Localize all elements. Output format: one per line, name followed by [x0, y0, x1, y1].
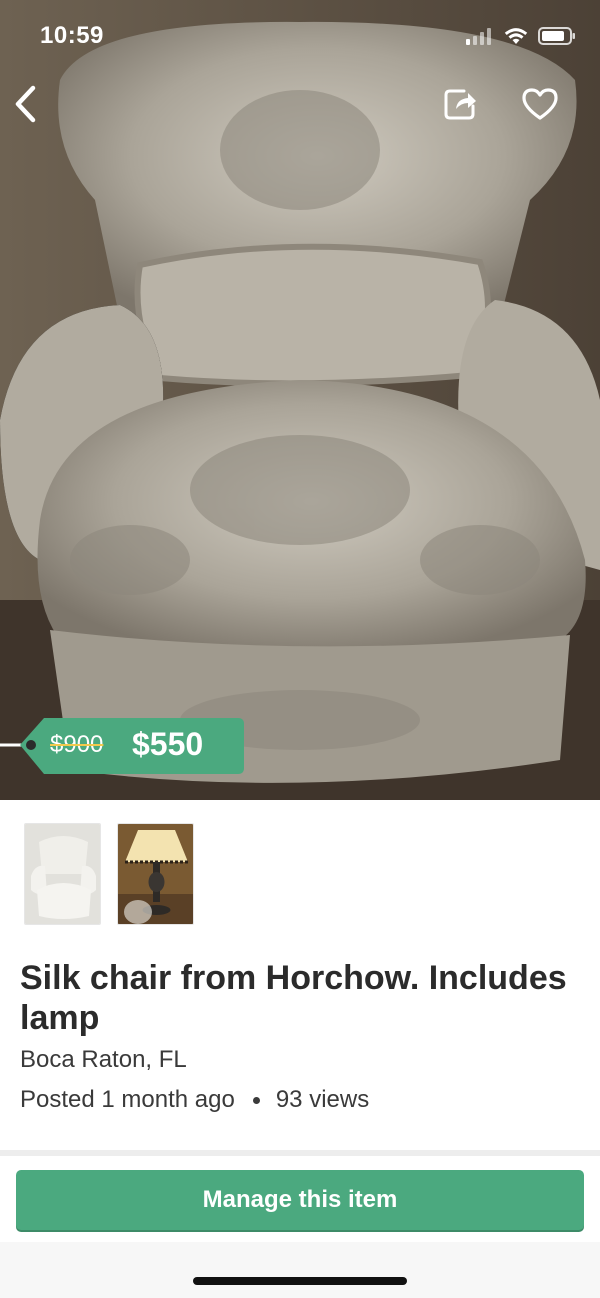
chair-thumbnail-image [25, 824, 100, 924]
chevron-left-icon [15, 85, 36, 123]
listing-title: Silk chair from Horchow. Includes lamp [20, 959, 567, 1037]
thumbnail-lamp[interactable] [117, 823, 194, 925]
favorite-button[interactable] [518, 82, 562, 126]
cellular-signal-icon [466, 28, 491, 45]
wifi-icon [504, 28, 528, 44]
listing-location[interactable]: Boca Raton, FL [20, 1046, 187, 1074]
status-bar: 10:59 [0, 0, 600, 72]
heart-icon [522, 88, 558, 120]
share-icon [444, 89, 476, 120]
status-time: 10:59 [40, 22, 104, 49]
lamp-thumbnail-image [118, 824, 193, 924]
original-price: $900 [50, 731, 104, 758]
chair-photo [0, 0, 600, 800]
back-button[interactable] [8, 80, 44, 128]
current-price: $550 [132, 726, 204, 762]
home-indicator-area [0, 1242, 600, 1298]
manage-item-button[interactable]: Manage this item [16, 1170, 584, 1230]
home-indicator[interactable] [193, 1277, 407, 1285]
posted-time: Posted 1 month ago [20, 1086, 235, 1113]
price-tag-shape [0, 718, 244, 774]
listing-meta: Posted 1 month ago 93 views [20, 1086, 369, 1114]
battery-icon [538, 27, 575, 45]
share-button[interactable] [438, 82, 482, 126]
thumbnail-strip [24, 823, 194, 925]
status-icons [466, 24, 576, 48]
thumbnail-chair[interactable] [24, 823, 101, 925]
price-tag [0, 716, 245, 776]
view-count: 93 views [275, 1086, 370, 1113]
listing-photo[interactable]: 10:59 $900 $550 [0, 0, 600, 800]
separator-dot [252, 1096, 260, 1104]
